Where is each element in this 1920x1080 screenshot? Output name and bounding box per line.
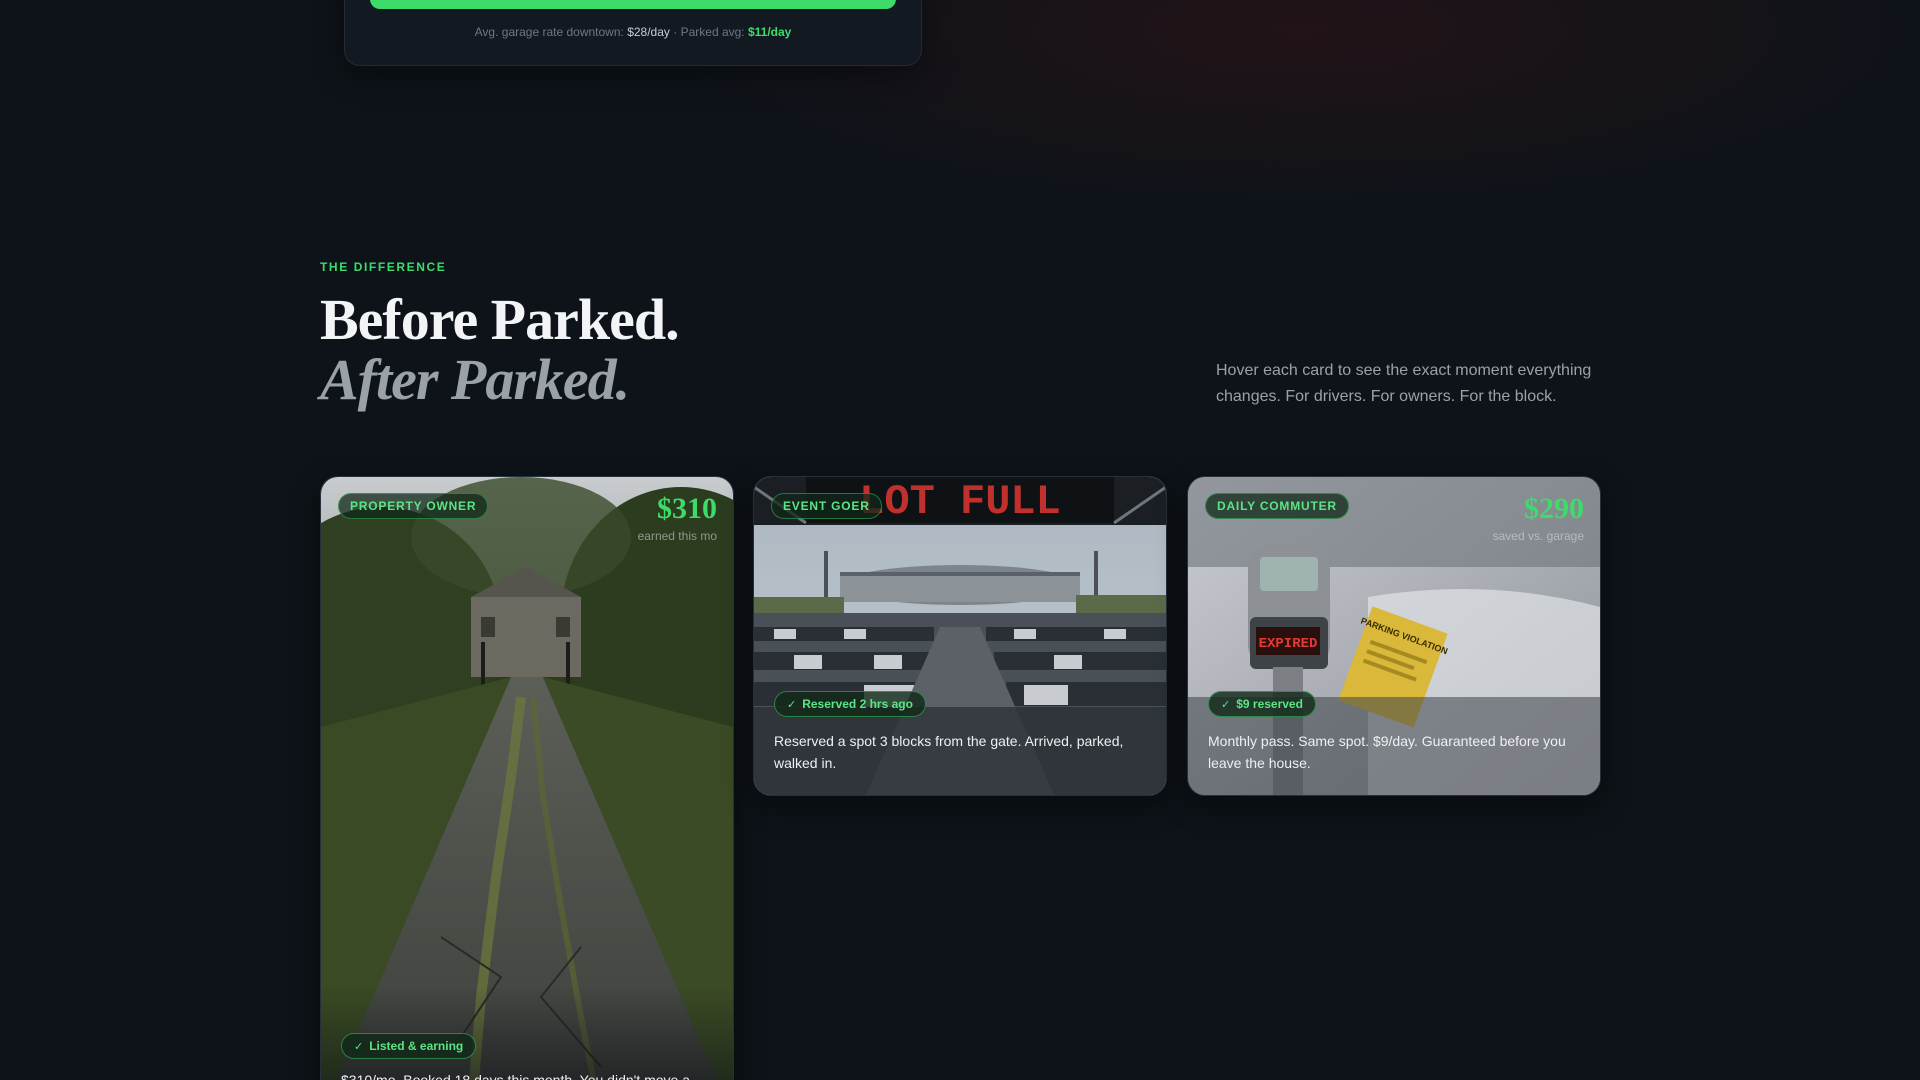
amount-value: $290: [1524, 492, 1584, 525]
title-line-before: Before Parked.: [320, 287, 680, 352]
check-icon: ✓: [354, 1041, 364, 1053]
check-icon: ✓: [787, 699, 797, 711]
section-intro: Hover each card to see the exact moment …: [1216, 362, 1592, 405]
title-line-after: After Parked.: [320, 347, 630, 412]
status-text: Reserved 2 hrs ago: [802, 697, 913, 711]
status-text: $9 reserved: [1236, 697, 1303, 711]
status-text: Listed & earning: [369, 1039, 464, 1053]
card-amount: $290 saved vs. garage: [1492, 492, 1584, 544]
page: Avg. garage rate downtown: $28/day · Par…: [0, 0, 1920, 1080]
savings-calculator-card: Avg. garage rate downtown: $28/day · Par…: [344, 0, 922, 66]
parked-rate-label: Parked avg:: [680, 25, 745, 39]
card-property-owner[interactable]: PROPERTY OWNER $310 earned this mo ✓ List…: [320, 476, 734, 1080]
card-tag: PROPERTY OWNER: [338, 493, 489, 519]
separator: ·: [673, 25, 678, 39]
garage-rate-label: Avg. garage rate downtown:: [474, 25, 624, 39]
status-badge: ✓ Reserved 2 hrs ago: [774, 691, 926, 717]
card-event-goer[interactable]: LOT FULL EVENT GOER ✓ Reserved 2 hrs ago…: [753, 476, 1167, 796]
rate-comparison-note: Avg. garage rate downtown: $28/day · Par…: [345, 25, 921, 39]
status-badge: ✓ Listed & earning: [341, 1033, 477, 1059]
parked-rate-value: $11/day: [747, 25, 792, 39]
card-description: Reserved a spot 3 blocks from the gate. …: [774, 733, 1124, 771]
meter-expired-text: EXPIRED: [1259, 636, 1318, 652]
card-description: Monthly pass. Same spot. $9/day. Guarant…: [1208, 733, 1566, 771]
amount-caption: saved vs. garage: [1492, 529, 1584, 543]
lot-full-sign-text: LOT FULL: [859, 478, 1061, 526]
calculate-button[interactable]: [370, 0, 896, 9]
status-badge: ✓ $9 reserved: [1208, 691, 1316, 717]
amount-value: $310: [657, 492, 717, 525]
section-eyebrow: THE DIFFERENCE: [320, 260, 447, 274]
card-description: $310/mo. Booked 18 days this month. You …: [341, 1072, 691, 1080]
section-title: Before Parked. After Parked.: [320, 287, 680, 412]
card-amount: $310 earned this mo: [637, 492, 717, 544]
card-daily-commuter[interactable]: EXPIRED PARKING VIOLATION DAILY COMMUTER…: [1187, 476, 1601, 796]
check-icon: ✓: [1221, 699, 1231, 711]
garage-rate-value: $28/day: [627, 25, 670, 39]
card-tag: DAILY COMMUTER: [1205, 493, 1349, 519]
amount-caption: earned this mo: [637, 529, 717, 543]
card-tag: EVENT GOER: [771, 493, 882, 519]
